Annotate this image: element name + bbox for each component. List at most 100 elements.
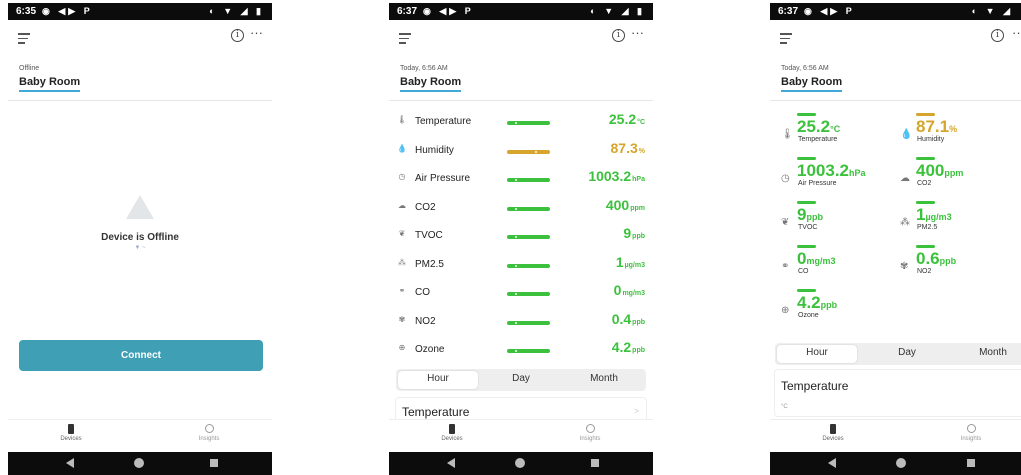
status-bar-indicator	[507, 235, 550, 239]
metric-value: 400ppm	[916, 161, 963, 181]
metric-unit: mg/m3	[622, 290, 645, 297]
nav-insights[interactable]: Insights	[560, 424, 620, 442]
status-bar-indicator	[507, 121, 550, 125]
device-header: Offline Baby Room	[19, 65, 81, 92]
status-bar-indicator	[916, 245, 935, 248]
phone-screen-list: 6:37 ◉ ◀▶ P ◐ ▼ ◢ ▮ i ··· Today, 6:56 AM…	[389, 3, 653, 475]
range-option-month[interactable]: Month	[564, 373, 644, 384]
home-icon[interactable]	[515, 458, 525, 468]
status-time: 6:37	[778, 6, 799, 17]
warning-icon	[126, 195, 154, 219]
metric-number: 0	[613, 282, 622, 298]
metric-unit: ppb	[939, 256, 957, 266]
metric-label: CO	[415, 287, 430, 298]
info-icon[interactable]: i	[612, 29, 625, 42]
last-updated: Today, 6:56 AM	[400, 65, 448, 72]
range-option-hour[interactable]: Hour	[398, 373, 478, 384]
metric-row[interactable]: ☁ CO2 400ppm	[389, 194, 653, 222]
recents-icon[interactable]	[210, 459, 218, 467]
metric-unit: ppb	[632, 347, 645, 354]
metric-label: TVOC	[798, 224, 818, 231]
status-bar-indicator	[916, 157, 935, 160]
metric-number: 1	[615, 253, 624, 270]
connect-button[interactable]: Connect	[19, 340, 263, 371]
home-icon[interactable]	[896, 458, 906, 468]
more-options-icon[interactable]: ···	[1012, 25, 1021, 40]
divider	[389, 100, 653, 101]
metric-row[interactable]: ⊕ Ozone 4.2ppb	[389, 336, 653, 364]
nav-insights-label: Insights	[960, 436, 982, 442]
notification-icons: ◉ ◀▶ P	[804, 6, 855, 16]
metric-number: 87.3	[610, 139, 638, 156]
back-icon[interactable]	[66, 458, 74, 468]
bottom-nav: Devices Insights	[770, 419, 1021, 452]
metric-label: Ozone	[415, 344, 445, 355]
metric-value: 0.6ppb	[916, 249, 956, 269]
nav-insights[interactable]: Insights	[941, 424, 1001, 442]
metric-label: Temperature	[798, 136, 838, 143]
status-bar-indicator	[507, 320, 550, 325]
app-bar: i ···	[8, 20, 272, 58]
metric-tile[interactable]: ⊕ 4.2ppb Ozone	[776, 289, 896, 349]
metric-number: 1003.2	[588, 168, 632, 184]
metric-number: 4.2	[797, 293, 821, 312]
back-icon[interactable]	[447, 458, 455, 468]
particles-icon: ⁂	[900, 217, 910, 228]
home-icon[interactable]	[134, 458, 144, 468]
range-option-day[interactable]: Day	[867, 347, 947, 358]
info-icon[interactable]: i	[231, 29, 244, 42]
phone-screen-offline: 6:35 ◉ ◀▶ P ◐ ▼ ◢ ▮ i ··· Offline Baby R…	[8, 3, 272, 475]
metric-number: 0.6	[916, 249, 940, 268]
metric-unit: hPa	[849, 168, 866, 178]
system-status-icons: ◐ ▼ ◢ ▮	[209, 6, 264, 16]
more-options-icon[interactable]: ···	[631, 25, 644, 40]
metric-tile[interactable]: ✾ 0.6ppb NO2	[895, 245, 1015, 305]
metric-value: 4.2ppb	[797, 293, 837, 313]
metric-unit: ppb	[820, 300, 838, 310]
metric-value: 87.3%	[611, 140, 645, 156]
nav-devices[interactable]: Devices	[422, 424, 482, 442]
metric-row[interactable]: ⚭ CO 0mg/m3	[389, 279, 653, 307]
metric-unit: ppm	[630, 204, 645, 212]
menu-icon[interactable]	[18, 33, 30, 47]
back-icon[interactable]	[828, 458, 836, 468]
nav-insights[interactable]: Insights	[179, 424, 239, 442]
menu-icon[interactable]	[780, 33, 792, 47]
metric-value: 4.2ppb	[612, 339, 645, 355]
status-bar-indicator	[507, 149, 550, 154]
status-bar: 6:37 ◉ ◀▶ P ◐ ▼ ◢ ▮	[389, 3, 653, 20]
metric-row[interactable]: ✾ NO2 0.4ppb	[389, 308, 653, 336]
recents-icon[interactable]	[591, 459, 599, 467]
room-name[interactable]: Baby Room	[19, 76, 81, 92]
leaf-icon: ❦	[781, 217, 790, 228]
metric-row[interactable]: ⁂ PM2.5 1µg/m3	[389, 251, 653, 279]
metric-row[interactable]: ❦ TVOC 9ppb	[389, 222, 653, 250]
more-options-icon[interactable]: ···	[250, 25, 263, 40]
chart-card[interactable]: Temperature °C	[774, 369, 1021, 417]
molecule-icon: ⚭	[781, 261, 790, 272]
bottom-nav: Devices Insights	[8, 419, 272, 452]
range-option-month[interactable]: Month	[953, 347, 1021, 358]
chart-card-title: Temperature	[781, 379, 849, 393]
particles-icon: ⁂	[398, 257, 406, 267]
metric-value: 400ppm	[606, 197, 645, 213]
metric-row[interactable]: 💧 Humidity 87.3%	[389, 137, 653, 165]
recents-icon[interactable]	[967, 459, 975, 467]
lightbulb-icon	[585, 424, 595, 433]
metric-row[interactable]: 🌡 Temperature 25.2°C	[389, 108, 653, 136]
metric-unit: %	[949, 124, 958, 134]
info-icon[interactable]: i	[991, 29, 1004, 42]
metric-number: 25.2	[797, 117, 831, 136]
status-bar-indicator	[507, 263, 550, 268]
range-option-hour[interactable]: Hour	[777, 347, 857, 358]
no2-icon: ✾	[900, 261, 909, 272]
metric-row[interactable]: ◷ Air Pressure 1003.2hPa	[389, 165, 653, 193]
metric-label: CO	[798, 268, 809, 275]
menu-icon[interactable]	[399, 33, 411, 47]
divider	[8, 100, 272, 101]
range-option-day[interactable]: Day	[481, 373, 561, 384]
nav-devices[interactable]: Devices	[41, 424, 101, 442]
room-name[interactable]: Baby Room	[781, 76, 843, 92]
nav-devices[interactable]: Devices	[803, 424, 863, 442]
room-name[interactable]: Baby Room	[400, 76, 462, 92]
